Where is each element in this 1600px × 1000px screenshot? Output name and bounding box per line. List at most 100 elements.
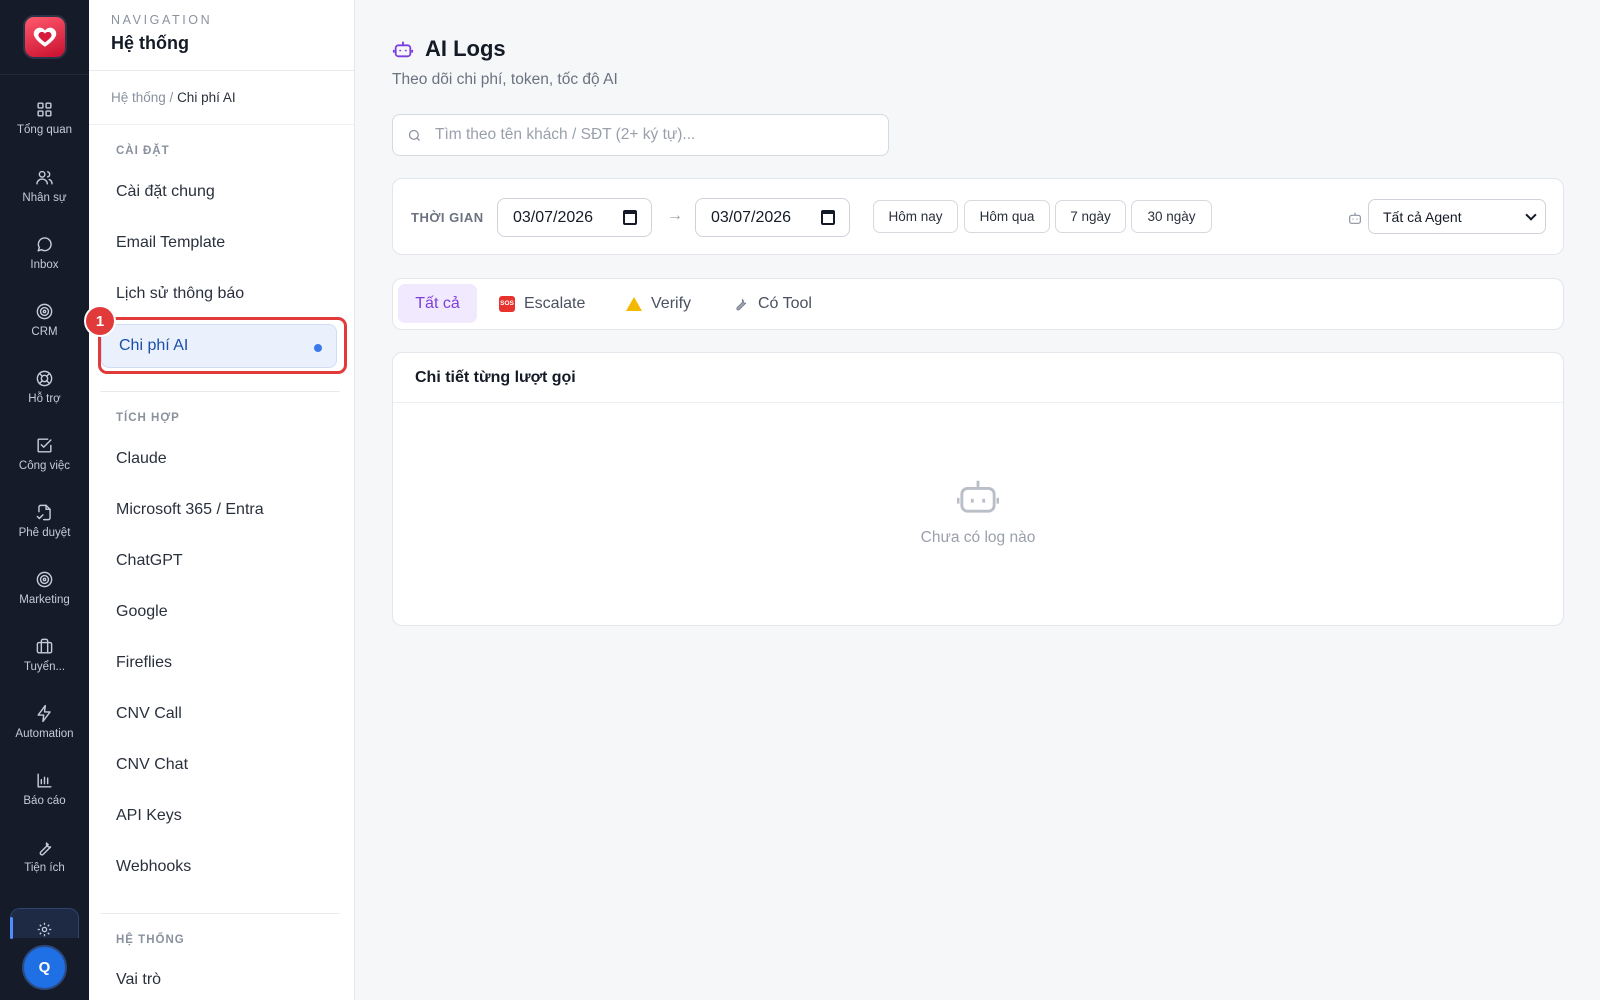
- nav-item-cnv-chat[interactable]: CNV Chat: [99, 743, 339, 787]
- logo-area: [0, 0, 89, 75]
- rail-item-reports[interactable]: Báo cáo: [0, 757, 89, 821]
- robot-icon: [956, 480, 1000, 513]
- nav-item-chatgpt[interactable]: ChatGPT: [99, 539, 339, 583]
- heart-icon: [33, 27, 56, 47]
- empty-state: Chưa có log nào: [393, 477, 1563, 547]
- rail-label: Tổng quan: [17, 124, 72, 136]
- date-to-value: 03/07/2026: [711, 208, 792, 226]
- filter-bar: THỜI GIAN 03/07/2026 → 03/07/2026 Hôm na…: [392, 178, 1564, 255]
- rail-label: Automation: [15, 728, 74, 740]
- nav-item-notification-history[interactable]: Lịch sử thông báo: [99, 272, 339, 316]
- page-title-text: AI Logs: [425, 36, 506, 61]
- nav-item-webhooks[interactable]: Webhooks: [99, 845, 339, 889]
- users-icon: [36, 170, 53, 185]
- warning-icon: [626, 296, 642, 311]
- quick-filter-yesterday[interactable]: Hôm qua: [964, 200, 1050, 233]
- app-rail: Tổng quan Nhân sự Inbox CRM Hỗ trợ Công …: [0, 0, 89, 1000]
- breadcrumb-current: Chi phí AI: [177, 90, 236, 105]
- page-subtitle: Theo dõi chi phí, token, tốc độ AI: [392, 71, 618, 88]
- briefcase-icon: [36, 638, 53, 654]
- divider: [100, 391, 340, 392]
- nav-item-roles[interactable]: Vai trò: [99, 958, 339, 1000]
- nav-item-label: Chi phí AI: [119, 337, 189, 354]
- lifebuoy-icon: [36, 370, 53, 387]
- rail-item-support[interactable]: Hỗ trợ: [0, 355, 89, 419]
- date-to-input[interactable]: 03/07/2026: [695, 198, 850, 237]
- sidebar-title: Hệ thống: [111, 33, 189, 53]
- rail-item-inbox[interactable]: Inbox: [0, 221, 89, 285]
- date-from-value: 03/07/2026: [513, 208, 594, 226]
- tab-has-tool[interactable]: Có Tool: [732, 284, 812, 323]
- bolt-icon: [37, 704, 51, 723]
- calendar-icon[interactable]: [821, 210, 835, 225]
- nav-item-cnv-call[interactable]: CNV Call: [99, 692, 339, 736]
- settings-sidebar: NAVIGATION Hệ thống Hệ thống / Chi phí A…: [89, 0, 355, 1000]
- agent-icon: [1347, 210, 1363, 231]
- rail-item-marketing[interactable]: Marketing: [0, 556, 89, 620]
- agent-select[interactable]: Tất cả Agent: [1368, 199, 1546, 234]
- log-tabs: Tất cả SOS Escalate Verify Có Tool: [392, 278, 1564, 330]
- rail-label: Phê duyệt: [18, 527, 71, 539]
- bar-chart-icon: [37, 773, 52, 788]
- user-avatar[interactable]: Q: [22, 945, 67, 990]
- rail-item-approvals[interactable]: Phê duyệt: [0, 489, 89, 553]
- rail-label: Công việc: [18, 460, 71, 472]
- chevron-down-icon: [1525, 209, 1537, 221]
- tab-all[interactable]: Tất cả: [398, 284, 477, 323]
- active-indicator-dot: [314, 344, 322, 352]
- rail-item-automation[interactable]: Automation: [0, 690, 89, 754]
- rail-label: Nhân sự: [22, 192, 67, 204]
- chat-icon: [37, 237, 52, 252]
- agent-select-value: Tất cả Agent: [1383, 208, 1462, 225]
- breadcrumb-separator: /: [165, 90, 178, 105]
- nav-item-claude[interactable]: Claude: [99, 437, 339, 481]
- breadcrumb-root[interactable]: Hệ thống: [111, 90, 166, 105]
- rail-label: Tiện ích: [24, 862, 65, 874]
- rail-item-overview[interactable]: Tổng quan: [0, 86, 89, 150]
- search-icon: [408, 129, 420, 141]
- empty-message: Chưa có log nào: [920, 529, 1036, 546]
- quick-filter-30-days[interactable]: 30 ngày: [1131, 200, 1212, 233]
- nav-item-general-settings[interactable]: Cài đặt chung: [99, 170, 339, 214]
- nav-item-api-keys[interactable]: API Keys: [99, 794, 339, 838]
- rail-item-tasks[interactable]: Công việc: [0, 422, 89, 486]
- checkbox-icon: [37, 438, 52, 453]
- rail-label: Inbox: [30, 259, 59, 271]
- table-title: Chi tiết từng lượt gọi: [393, 353, 1563, 403]
- search-box: [392, 114, 889, 156]
- quick-filter-7-days[interactable]: 7 ngày: [1055, 200, 1126, 233]
- wrench-icon: [732, 295, 749, 312]
- tab-label: Có Tool: [758, 294, 812, 312]
- rail-item-crm[interactable]: CRM: [0, 288, 89, 352]
- breadcrumb: Hệ thống / Chi phí AI: [89, 71, 354, 125]
- date-from-input[interactable]: 03/07/2026: [497, 198, 652, 237]
- rail-label: Tuyển...: [23, 661, 66, 673]
- sidebar-kicker: NAVIGATION: [111, 13, 213, 27]
- rail-item-settings[interactable]: [10, 908, 79, 939]
- rail-label: Marketing: [19, 594, 70, 606]
- rail-label: Báo cáo: [23, 795, 66, 807]
- search-input[interactable]: [435, 126, 875, 144]
- tab-verify[interactable]: Verify: [626, 284, 691, 323]
- rail-item-recruitment[interactable]: Tuyển...: [0, 623, 89, 687]
- tab-label: Escalate: [524, 294, 586, 312]
- target-icon: [36, 571, 53, 588]
- target-icon: [36, 303, 53, 320]
- app-logo[interactable]: [22, 15, 67, 59]
- nav-item-email-template[interactable]: Email Template: [99, 221, 339, 265]
- tab-escalate[interactable]: SOS Escalate: [499, 284, 585, 323]
- nav-item-fireflies[interactable]: Fireflies: [99, 641, 339, 685]
- rail-item-utilities[interactable]: Tiện ích: [0, 824, 89, 888]
- gear-icon: [37, 922, 52, 937]
- calendar-icon[interactable]: [623, 210, 637, 225]
- nav-item-ai-cost[interactable]: Chi phí AI: [101, 324, 337, 368]
- sos-icon: SOS: [499, 295, 515, 312]
- quick-filter-today[interactable]: Hôm nay: [873, 200, 958, 233]
- arrow-right-icon: →: [667, 207, 683, 224]
- nav-item-google[interactable]: Google: [99, 590, 339, 634]
- group-label-settings: CÀI ĐẶT: [116, 145, 170, 157]
- nav-item-microsoft-365[interactable]: Microsoft 365 / Entra: [99, 488, 339, 532]
- rail-item-hr[interactable]: Nhân sự: [0, 154, 89, 218]
- divider: [100, 913, 340, 914]
- grid-icon: [37, 102, 52, 117]
